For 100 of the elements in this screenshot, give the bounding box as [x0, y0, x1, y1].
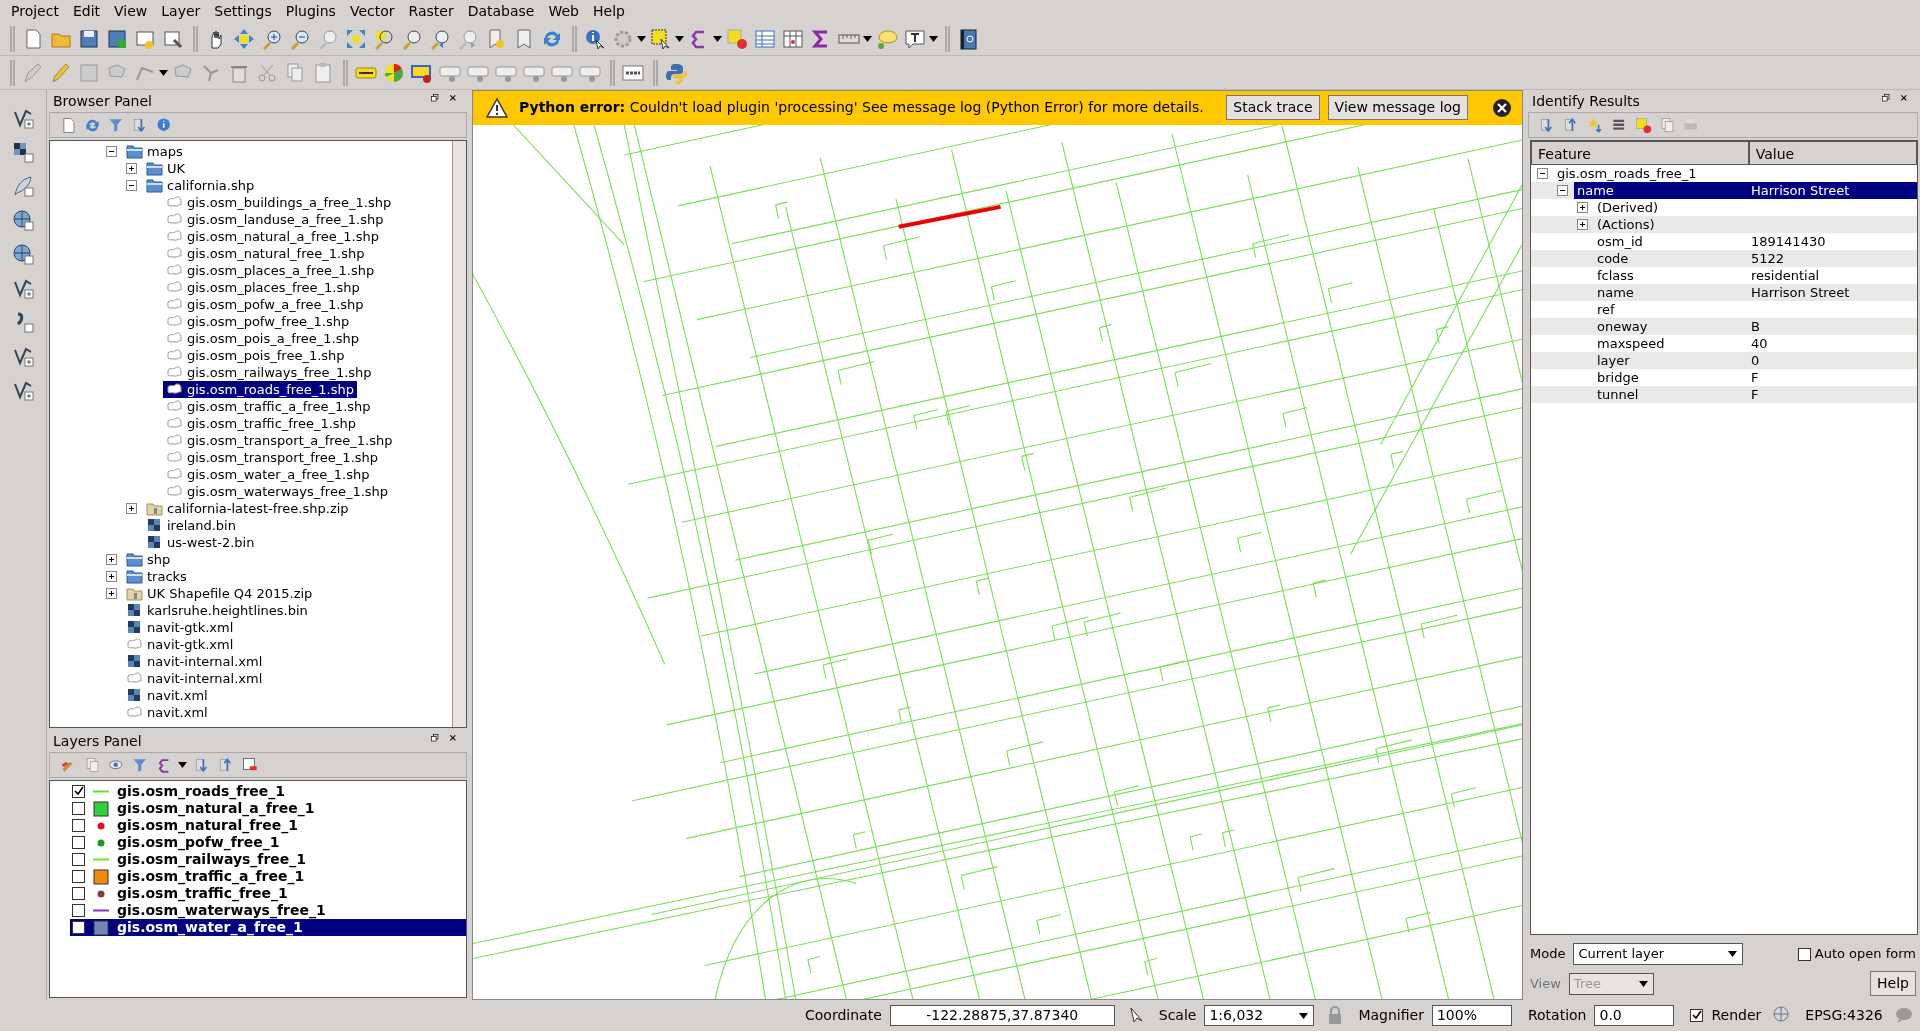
- menu-item[interactable]: Project: [4, 0, 66, 22]
- feature-cell[interactable]: (Actions): [1594, 216, 1658, 233]
- tree-item[interactable]: gis.osm_waterways_free_1.shp: [163, 483, 392, 500]
- collapse-toggle-icon[interactable]: [106, 146, 117, 157]
- layer-row[interactable]: gis.osm_waterways_free_1: [70, 902, 466, 919]
- tree-item[interactable]: navit-internal.xml: [123, 653, 266, 670]
- expand-toggle-icon[interactable]: [126, 163, 137, 174]
- tree-item[interactable]: gis.osm_pofw_a_free_1.shp: [163, 296, 367, 313]
- feature-cell[interactable]: fclass: [1594, 267, 1637, 284]
- layer-row[interactable]: gis.osm_pofw_free_1: [70, 834, 466, 851]
- vertical-scrollbar[interactable]: [452, 141, 466, 727]
- menu-item[interactable]: Help: [586, 0, 632, 22]
- column-header[interactable]: Feature: [1531, 141, 1749, 165]
- menu-item[interactable]: Web: [541, 0, 586, 22]
- tree-item[interactable]: gis.osm_pofw_free_1.shp: [163, 313, 353, 330]
- magnifier-field[interactable]: 100%: [1431, 1005, 1512, 1026]
- tree-item[interactable]: ireland.bin: [143, 517, 239, 534]
- tree-item[interactable]: navit.xml: [123, 704, 211, 721]
- toolbar-handle[interactable]: [343, 59, 348, 86]
- menu-item[interactable]: Raster: [401, 0, 461, 22]
- tree-item[interactable]: gis.osm_pois_a_free_1.shp: [163, 330, 362, 347]
- expand-toggle-icon[interactable]: [1577, 202, 1588, 213]
- feature-cell[interactable]: name: [1594, 284, 1637, 301]
- tree-item[interactable]: gis.osm_places_free_1.shp: [163, 279, 363, 296]
- rotation-field[interactable]: 0.0: [1594, 1005, 1675, 1026]
- feature-cell[interactable]: tunnel: [1594, 386, 1642, 403]
- toolbar-handle[interactable]: [572, 25, 577, 52]
- feature-cell[interactable]: layer: [1594, 352, 1633, 369]
- feature-cell[interactable]: code: [1594, 250, 1632, 267]
- feature-cell[interactable]: oneway: [1594, 318, 1651, 335]
- feature-cell[interactable]: bridge: [1594, 369, 1642, 386]
- layer-checkbox[interactable]: [72, 836, 85, 849]
- tree-item[interactable]: navit-gtk.xml: [123, 619, 237, 636]
- tree-item[interactable]: gis.osm_water_a_free_1.shp: [163, 466, 373, 483]
- menu-item[interactable]: Database: [460, 0, 542, 22]
- menu-item[interactable]: Layer: [154, 0, 208, 22]
- help-button[interactable]: Help: [1870, 971, 1916, 996]
- coordinate-field[interactable]: -122.28875,37.87340: [889, 1005, 1115, 1026]
- tree-item[interactable]: gis.osm_buildings_a_free_1.shp: [163, 194, 395, 211]
- menu-item[interactable]: Plugins: [278, 0, 343, 22]
- tree-item[interactable]: gis.osm_places_a_free_1.shp: [163, 262, 378, 279]
- feature-cell[interactable]: gis.osm_roads_free_1: [1554, 165, 1700, 182]
- toolbar-handle[interactable]: [193, 25, 198, 52]
- tree-item[interactable]: gis.osm_natural_free_1.shp: [163, 245, 368, 262]
- expand-toggle-icon[interactable]: [126, 503, 137, 514]
- expand-toggle-icon[interactable]: [106, 554, 117, 565]
- expand-toggle-icon[interactable]: [106, 588, 117, 599]
- tree-item[interactable]: gis.osm_transport_free_1.shp: [163, 449, 382, 466]
- tree-item[interactable]: california.shp: [143, 177, 258, 194]
- tree-item[interactable]: gis.osm_transport_a_free_1.shp: [163, 432, 396, 449]
- tree-item[interactable]: gis.osm_traffic_free_1.shp: [163, 415, 360, 432]
- layer-row[interactable]: gis.osm_traffic_a_free_1: [70, 868, 466, 885]
- layer-checkbox[interactable]: [72, 904, 85, 917]
- menu-item[interactable]: Vector: [342, 0, 402, 22]
- feature-cell[interactable]: (Derived): [1594, 199, 1662, 216]
- layer-row[interactable]: gis.osm_traffic_free_1: [70, 885, 466, 902]
- layer-checkbox[interactable]: [72, 870, 85, 883]
- collapse-toggle-icon[interactable]: [126, 180, 137, 191]
- tree-item[interactable]: gis.osm_railways_free_1.shp: [163, 364, 375, 381]
- tree-item[interactable]: gis.osm_natural_a_free_1.shp: [163, 228, 382, 245]
- tree-item[interactable]: gis.osm_pois_free_1.shp: [163, 347, 348, 364]
- auto-open-form-checkbox[interactable]: [1797, 947, 1811, 961]
- tree-item[interactable]: gis.osm_traffic_a_free_1.shp: [163, 398, 374, 415]
- scale-field[interactable]: 1:6,032: [1204, 1005, 1315, 1026]
- layer-row[interactable]: gis.osm_natural_free_1: [70, 817, 466, 834]
- collapse-toggle-icon[interactable]: [1557, 185, 1568, 196]
- layer-row[interactable]: gis.osm_roads_free_1: [70, 783, 466, 800]
- tree-item[interactable]: navit-internal.xml: [123, 670, 266, 687]
- crs-button[interactable]: EPSG:4326: [1805, 1005, 1883, 1026]
- expand-toggle-icon[interactable]: [1577, 219, 1588, 230]
- tree-item[interactable]: UK Shapefile Q4 2015.zip: [123, 585, 316, 602]
- feature-cell[interactable]: maxspeed: [1594, 335, 1668, 352]
- collapse-toggle-icon[interactable]: [1537, 168, 1548, 179]
- feature-cell[interactable]: osm_id: [1594, 233, 1646, 250]
- layer-checkbox[interactable]: [72, 887, 85, 900]
- menu-item[interactable]: View: [107, 0, 155, 22]
- stack-trace-button[interactable]: Stack trace: [1226, 95, 1320, 121]
- layer-checkbox[interactable]: [72, 819, 85, 832]
- tree-item[interactable]: gis.osm_landuse_a_free_1.shp: [163, 211, 387, 228]
- feature-cell[interactable]: ref: [1594, 301, 1618, 318]
- menu-item[interactable]: Edit: [65, 0, 108, 22]
- toolbar-handle[interactable]: [10, 25, 15, 52]
- layer-checkbox[interactable]: [72, 802, 85, 815]
- layer-checkbox[interactable]: [72, 921, 85, 934]
- layer-checkbox[interactable]: [72, 853, 85, 866]
- tree-item[interactable]: navit.xml: [123, 687, 211, 704]
- render-checkbox[interactable]: [1690, 1009, 1704, 1022]
- toolbar-handle[interactable]: [610, 59, 615, 86]
- tree-item[interactable]: shp: [123, 551, 174, 568]
- layer-checkbox[interactable]: [72, 785, 85, 798]
- tree-item[interactable]: karlsruhe.heightlines.bin: [123, 602, 311, 619]
- toolbar-handle[interactable]: [10, 59, 15, 86]
- layer-row[interactable]: gis.osm_water_a_free_1: [70, 919, 466, 936]
- tree-item[interactable]: tracks: [123, 568, 190, 585]
- view-log-button[interactable]: View message log: [1327, 95, 1468, 121]
- mode-dropdown[interactable]: Current layer: [1573, 943, 1744, 965]
- tree-item[interactable]: us-west-2.bin: [143, 534, 258, 551]
- layer-row[interactable]: gis.osm_natural_a_free_1: [70, 800, 466, 817]
- menu-item[interactable]: Settings: [207, 0, 279, 22]
- column-header[interactable]: Value: [1748, 141, 1917, 165]
